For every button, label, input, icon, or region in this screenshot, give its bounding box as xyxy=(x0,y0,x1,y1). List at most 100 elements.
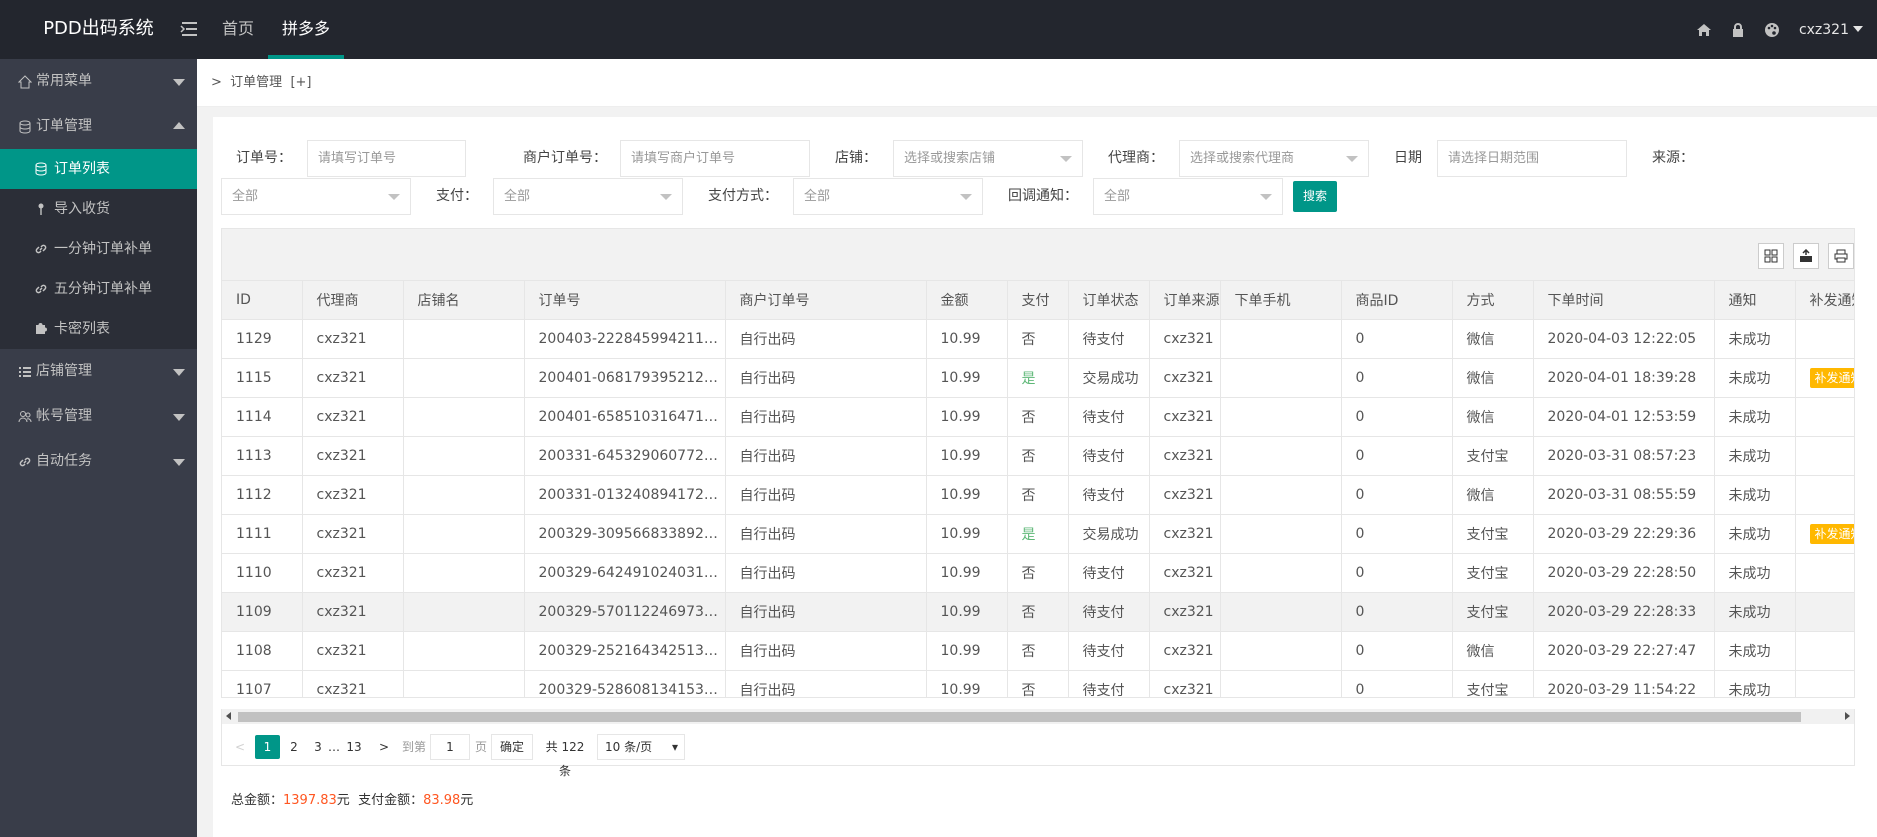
source-select-value: 全部 xyxy=(232,189,259,204)
goto-confirm-button[interactable]: 确定 xyxy=(491,734,533,760)
top-right-tools: cxz321 xyxy=(1687,0,1877,59)
col-header-status[interactable]: 订单状态 xyxy=(1068,281,1150,320)
pagination: < 1 2 3 … 13 > 到第 1 页 确定 共 122 条 10 条/页 ▾ xyxy=(221,724,1855,778)
cell-notify: 未成功 xyxy=(1714,592,1796,632)
col-header-merchant-order[interactable]: 商户订单号 xyxy=(725,281,927,320)
table-row[interactable]: 1107 cxz321 200329-528608134153073 自行出码 10.9… xyxy=(222,670,1854,697)
shop-select[interactable]: 选择或搜索店铺 xyxy=(893,140,1083,177)
cell-shop xyxy=(403,358,525,398)
sidebar-item-tasks[interactable]: 自动任务 xyxy=(0,439,197,484)
cell-time: 2020-03-29 11:54:22 xyxy=(1533,670,1715,697)
merchant-order-no-input[interactable]: 请填写商户订单号 xyxy=(620,140,810,177)
pay-method-select[interactable]: 全部 xyxy=(793,178,983,215)
palette-icon[interactable] xyxy=(1764,22,1780,38)
col-header-amount[interactable]: 金额 xyxy=(926,281,1008,320)
scroll-left-icon[interactable] xyxy=(226,712,231,720)
col-header-notify[interactable]: 通知 xyxy=(1714,281,1796,320)
cell-shop xyxy=(403,475,525,515)
table-row[interactable]: 1108 cxz321 200329-252164342513073 自行出码 10.9… xyxy=(222,631,1854,671)
col-header-resend[interactable]: 补发通知 xyxy=(1795,281,1854,320)
page-button-2[interactable]: 2 xyxy=(284,735,304,759)
sidebar-subitem-import[interactable]: 导入收货 xyxy=(0,189,197,229)
table-row[interactable]: 1115 cxz321 200401-068179395212968 自行出码 10.9… xyxy=(222,358,1854,398)
chevron-down-icon xyxy=(173,79,185,86)
sidebar-subitem-order-list[interactable]: 订单列表 xyxy=(0,149,197,189)
sidebar-item-accounts[interactable]: 帐号管理 xyxy=(0,394,197,439)
order-no-input[interactable]: 请填写订单号 xyxy=(307,140,466,177)
print-icon[interactable] xyxy=(1828,243,1854,269)
sidebar-item-shops[interactable]: 店铺管理 xyxy=(0,349,197,394)
paid-amount-unit: 元 xyxy=(460,793,474,808)
prev-page-button[interactable]: < xyxy=(230,735,250,759)
table-row[interactable]: 1114 cxz321 200401-658510316471644 自行出码 10.9… xyxy=(222,397,1854,437)
col-header-goods-id[interactable]: 商品ID xyxy=(1341,281,1453,320)
page-button-1[interactable]: 1 xyxy=(255,735,280,759)
search-button[interactable]: 搜索 xyxy=(1293,181,1337,212)
cell-time: 2020-03-29 22:28:33 xyxy=(1533,592,1715,632)
cell-notify: 未成功 xyxy=(1714,514,1796,554)
cell-shop xyxy=(403,514,525,554)
col-header-phone[interactable]: 下单手机 xyxy=(1220,281,1342,320)
goto-page-input[interactable]: 1 xyxy=(430,734,470,760)
user-menu[interactable]: cxz321 xyxy=(1799,22,1863,38)
menu-collapse-icon[interactable] xyxy=(178,18,200,40)
table-row[interactable]: 1112 cxz321 200331-013240894172402 自行出码 10.9… xyxy=(222,475,1854,515)
sidebar-submenu-orders: 订单列表 导入收货 一分钟订单补单 五分钟订单补单 卡密列表 xyxy=(0,149,197,349)
page-size-select[interactable]: 10 条/页 ▾ xyxy=(597,734,685,760)
cell-amount: 10.99 xyxy=(926,631,1008,671)
sidebar-subitem-one-minute[interactable]: 一分钟订单补单 xyxy=(0,229,197,269)
columns-icon[interactable] xyxy=(1758,243,1784,269)
resend-notify-button[interactable]: 补发通知 xyxy=(1809,367,1854,388)
horizontal-scrollbar[interactable] xyxy=(221,709,1855,724)
source-select[interactable]: 全部 xyxy=(221,178,411,215)
top-nav-home[interactable]: 首页 xyxy=(208,0,268,59)
cell-order-no: 200329-528608134153073 xyxy=(524,670,726,697)
breadcrumb-add[interactable]: [+] xyxy=(290,75,311,90)
sidebar-subitem-card-list[interactable]: 卡密列表 xyxy=(0,309,197,349)
cell-phone xyxy=(1220,475,1342,515)
agent-select[interactable]: 选择或搜索代理商 xyxy=(1179,140,1369,177)
cell-paid: 否 xyxy=(1007,397,1069,437)
table-row[interactable]: 1111 cxz321 200329-309566833892402 自行出码 10.9… xyxy=(222,514,1854,554)
export-icon[interactable] xyxy=(1793,243,1819,269)
table-row[interactable]: 1110 cxz321 200329-642491024031644 自行出码 10.9… xyxy=(222,553,1854,593)
col-header-paid[interactable]: 支付 xyxy=(1007,281,1069,320)
table-row[interactable]: 1129 cxz321 200403-222845994211920 自行出码 10.9… xyxy=(222,319,1854,359)
col-header-shop[interactable]: 店铺名 xyxy=(403,281,525,320)
cell-amount: 10.99 xyxy=(926,670,1008,697)
callback-select[interactable]: 全部 xyxy=(1093,178,1283,215)
lock-icon[interactable] xyxy=(1730,22,1746,38)
top-nav-pdd[interactable]: 拼多多 xyxy=(268,0,345,59)
resend-notify-button[interactable]: 补发通知 xyxy=(1809,523,1854,544)
chevron-up-icon xyxy=(173,122,185,129)
sidebar-subitem-label: 订单列表 xyxy=(54,161,110,177)
cell-goods-id: 0 xyxy=(1341,670,1453,697)
scrollbar-thumb[interactable] xyxy=(238,712,1801,722)
table-row[interactable]: 1109 cxz321 200329-570112246973073 自行出码 10.9… xyxy=(222,592,1854,632)
col-header-agent[interactable]: 代理商 xyxy=(302,281,404,320)
cell-merchant-order: 自行出码 xyxy=(725,631,927,671)
col-header-id[interactable]: ID xyxy=(222,281,303,320)
pay-select[interactable]: 全部 xyxy=(493,178,683,215)
cell-phone xyxy=(1220,514,1342,554)
table-row[interactable]: 1113 cxz321 200331-645329060772626 自行出码 10.9… xyxy=(222,436,1854,476)
col-header-time[interactable]: 下单时间 xyxy=(1533,281,1715,320)
app-logo[interactable]: PDD出码系统 xyxy=(0,0,197,59)
scroll-right-icon[interactable] xyxy=(1845,712,1850,720)
link-icon xyxy=(35,244,47,254)
sidebar-item-orders[interactable]: 订单管理 xyxy=(0,104,197,149)
sidebar-item-label: 订单管理 xyxy=(36,118,92,134)
total-count: 共 122 条 xyxy=(545,740,585,778)
col-header-source[interactable]: 订单来源 xyxy=(1149,281,1221,320)
sidebar-subitem-five-minute[interactable]: 五分钟订单补单 xyxy=(0,269,197,309)
sidebar-item-common[interactable]: 常用菜单 xyxy=(0,59,197,104)
col-header-order-no[interactable]: 订单号 xyxy=(524,281,726,320)
cell-status: 交易成功 xyxy=(1068,514,1150,554)
next-page-button[interactable]: > xyxy=(374,735,394,759)
home-icon[interactable] xyxy=(1696,22,1712,38)
breadcrumb-current[interactable]: 订单管理 xyxy=(230,75,282,90)
col-header-method[interactable]: 方式 xyxy=(1452,281,1534,320)
page-button-13[interactable]: 13 xyxy=(342,735,366,759)
page-button-3[interactable]: 3 xyxy=(308,735,328,759)
date-range-input[interactable]: 请选择日期范围 xyxy=(1437,140,1627,177)
